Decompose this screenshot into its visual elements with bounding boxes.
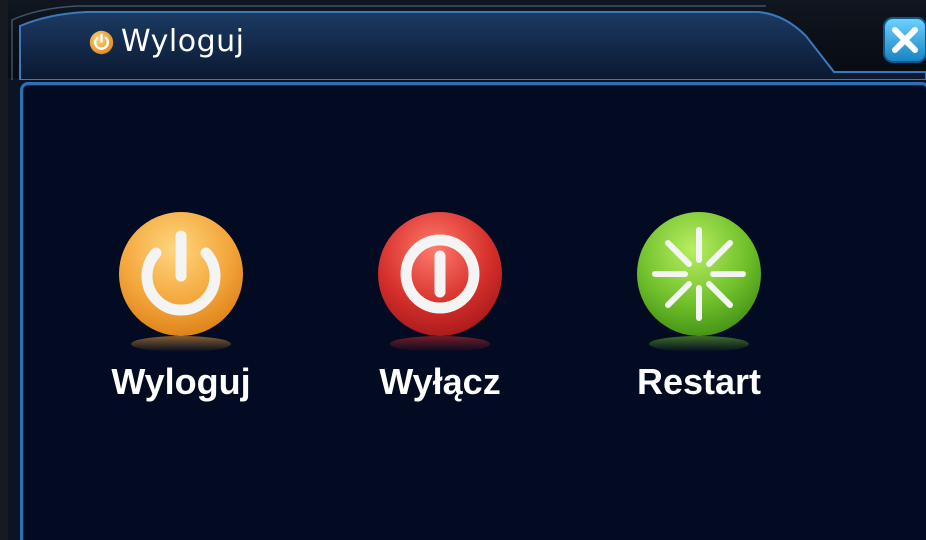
power-icon xyxy=(89,30,114,54)
restart-icon xyxy=(637,212,761,352)
restart-label: Restart xyxy=(636,361,762,402)
window-title: Wyloguj xyxy=(88,22,244,62)
logout-button[interactable]: Wyloguj xyxy=(81,204,281,404)
shutdown-button[interactable]: Wyłącz xyxy=(340,204,540,404)
close-button[interactable] xyxy=(882,16,926,64)
logout-dialog: Wyloguj Wyloguj Wyłącz Restart xyxy=(8,0,926,540)
close-icon xyxy=(883,17,926,63)
logout-label: Wyloguj xyxy=(111,361,251,402)
shutdown-label: Wyłącz xyxy=(379,361,501,402)
shutdown-icon xyxy=(378,212,502,352)
screen: Wyloguj Wyloguj Wyłącz Restart xyxy=(0,0,926,540)
window-title-text: Wyloguj xyxy=(121,24,245,59)
power-icon xyxy=(119,212,243,352)
restart-button[interactable]: Restart xyxy=(599,204,799,404)
